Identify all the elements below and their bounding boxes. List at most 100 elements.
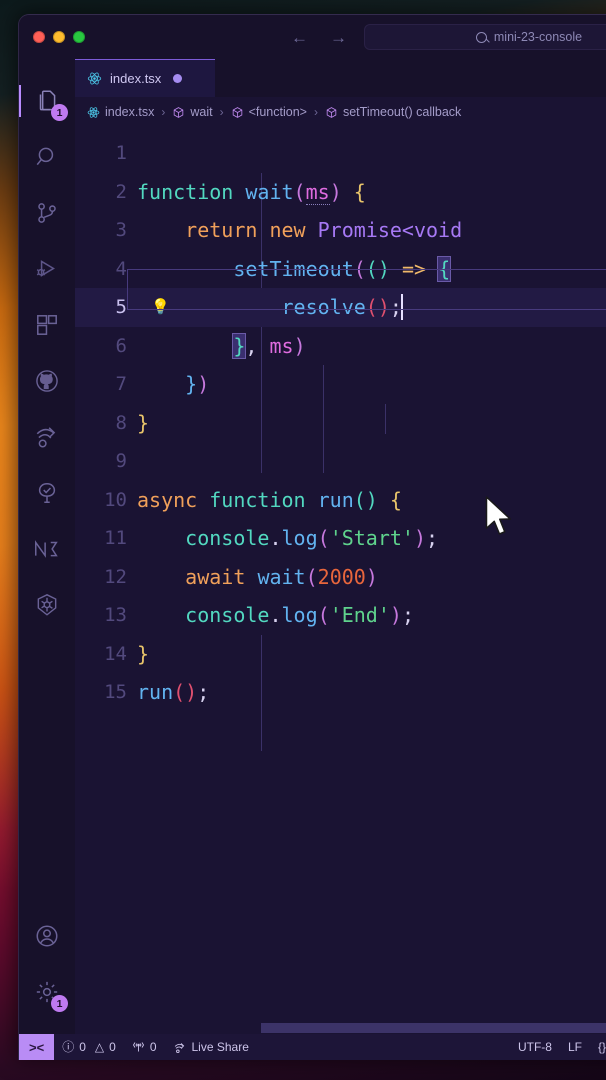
- breadcrumb-label: setTimeout() callback: [342, 105, 462, 119]
- line-content: resolve();: [127, 269, 606, 327]
- line-number: 1: [115, 142, 127, 164]
- eol-label: LF: [567, 1040, 582, 1054]
- search-icon: [36, 147, 54, 166]
- sidebar-item-source-control[interactable]: [19, 185, 75, 241]
- minimize-window-button[interactable]: [53, 31, 65, 43]
- line-number: 4: [115, 257, 127, 280]
- maximize-window-button[interactable]: [73, 31, 85, 43]
- code-line: 13 console.log('End');: [75, 596, 606, 635]
- breadcrumb-item-function[interactable]: <function>: [231, 105, 307, 119]
- radio-tower-icon: [132, 1042, 144, 1052]
- code-line: 4 setTimeout(() => {: [75, 250, 606, 289]
- sidebar-item-github[interactable]: [19, 353, 75, 409]
- command-center[interactable]: mini-23-console: [364, 24, 606, 50]
- testing-beaker-icon: [38, 483, 56, 503]
- source-control-icon: [38, 203, 56, 223]
- vscode-window: ← → mini-23-console 1 1 index.tsx index.…: [18, 14, 606, 1060]
- eol-status-item[interactable]: LF: [560, 1034, 590, 1060]
- window-controls: [33, 31, 85, 43]
- navigation-arrows: ← →: [291, 29, 347, 46]
- line-content: await wait(2000): [185, 564, 378, 589]
- line-number: 10: [104, 488, 127, 511]
- line-number: 13: [104, 604, 127, 626]
- sidebar-item-run-and-debug[interactable]: [19, 241, 75, 297]
- sidebar-item-testing[interactable]: [19, 465, 75, 521]
- activity-bar: 1 1: [19, 59, 75, 1034]
- code-line: 1: [75, 134, 606, 173]
- line-content: }: [137, 641, 150, 666]
- line-content: function wait(ms) {: [137, 179, 366, 205]
- live-share-status-item[interactable]: Live Share: [165, 1034, 257, 1060]
- github-icon: [36, 370, 58, 392]
- status-bar: >< ⓘ 0 △ 0 0 Live Share UTF-8 LF {}: [19, 1034, 606, 1060]
- line-number: 11: [104, 527, 127, 549]
- tab-dirty-indicator[interactable]: [173, 74, 183, 83]
- code-line: 15 run();: [75, 673, 606, 712]
- text-caret: [400, 294, 403, 320]
- line-content: }: [137, 410, 150, 435]
- code-line: 11 console.log('Start');: [75, 519, 606, 558]
- run-debug-icon: [36, 260, 55, 277]
- code-editor[interactable]: 1 2 function wait(ms) { 3 return new Pro…: [75, 127, 606, 1034]
- chevron-right-icon: ›: [219, 105, 224, 119]
- sidebar-item-accounts[interactable]: [19, 908, 75, 964]
- ports-status-item[interactable]: 0: [124, 1034, 165, 1060]
- account-icon: [36, 925, 58, 947]
- code-line: 10 async function run() {: [75, 481, 606, 520]
- editor-group: index.tsx index.tsx › wait › <function> …: [75, 59, 606, 1034]
- scrollbar-thumb[interactable]: [261, 1023, 606, 1033]
- breadcrumb: index.tsx › wait › <function> › setTimeo…: [75, 97, 606, 127]
- tab-bar: index.tsx: [75, 59, 606, 97]
- horizontal-scrollbar[interactable]: [137, 1022, 606, 1034]
- sidebar-item-extensions[interactable]: [19, 297, 75, 353]
- line-number: 7: [115, 373, 127, 395]
- code-line: 8 }: [75, 404, 606, 443]
- code-line-active: 5 💡 resolve();: [75, 269, 606, 327]
- sidebar-item-explorer[interactable]: 1: [19, 73, 75, 129]
- warning-count: 0: [109, 1040, 116, 1054]
- sidebar-item-manage[interactable]: 1: [19, 964, 75, 1020]
- sidebar-item-kubernetes[interactable]: [19, 577, 75, 633]
- window-body: 1 1 index.tsx index.tsx › wait › <functi…: [19, 59, 606, 1034]
- language-mode-status-item[interactable]: {}: [590, 1034, 606, 1060]
- line-content: async function run() {: [137, 487, 402, 512]
- breadcrumb-label: index.tsx: [105, 105, 155, 119]
- sidebar-item-nx-console[interactable]: [19, 521, 75, 577]
- line-number: 5: [115, 296, 127, 318]
- breadcrumb-item-wait[interactable]: wait: [172, 105, 213, 119]
- manage-badge: 1: [51, 995, 68, 1012]
- close-window-button[interactable]: [33, 31, 45, 43]
- code-line: 14 }: [75, 635, 606, 674]
- symbol-method-icon: [326, 106, 337, 118]
- encoding-status-item[interactable]: UTF-8: [510, 1034, 560, 1060]
- line-number: 15: [104, 681, 127, 703]
- line-content: return new Promise<void: [185, 218, 463, 242]
- explorer-badge: 1: [51, 104, 68, 121]
- tab-index-tsx[interactable]: index.tsx: [75, 59, 215, 97]
- error-circle-icon: ⓘ: [62, 1040, 75, 1054]
- line-content: }, ms): [232, 332, 306, 359]
- line-content: setTimeout(() => {: [233, 255, 452, 282]
- live-share-icon: [36, 427, 56, 448]
- code-line: 2 function wait(ms) {: [75, 173, 606, 212]
- remote-indicator-label: ><: [29, 1039, 45, 1055]
- sidebar-item-search[interactable]: [19, 129, 75, 185]
- line-number: 12: [104, 565, 127, 588]
- go-back-icon[interactable]: ←: [291, 29, 308, 46]
- line-number: 9: [115, 450, 127, 472]
- line-content: run();: [137, 680, 210, 704]
- line-number: 8: [115, 411, 127, 434]
- sidebar-item-share[interactable]: [19, 409, 75, 465]
- command-center-label: mini-23-console: [493, 30, 583, 44]
- go-forward-icon[interactable]: →: [330, 29, 347, 46]
- chevron-right-icon: ›: [313, 105, 318, 119]
- breadcrumb-item-settimeout-callback[interactable]: setTimeout() callback: [325, 105, 461, 119]
- remote-indicator-button[interactable]: ><: [19, 1034, 55, 1060]
- code-line: 9: [75, 442, 606, 481]
- breadcrumb-item-file[interactable]: index.tsx: [87, 105, 154, 119]
- tab-label: index.tsx: [110, 71, 162, 86]
- problems-status-item[interactable]: ⓘ 0 △ 0: [54, 1034, 124, 1060]
- title-bar: ← → mini-23-console: [19, 15, 606, 59]
- breadcrumb-label: <function>: [248, 105, 307, 119]
- react-icon: [87, 72, 102, 85]
